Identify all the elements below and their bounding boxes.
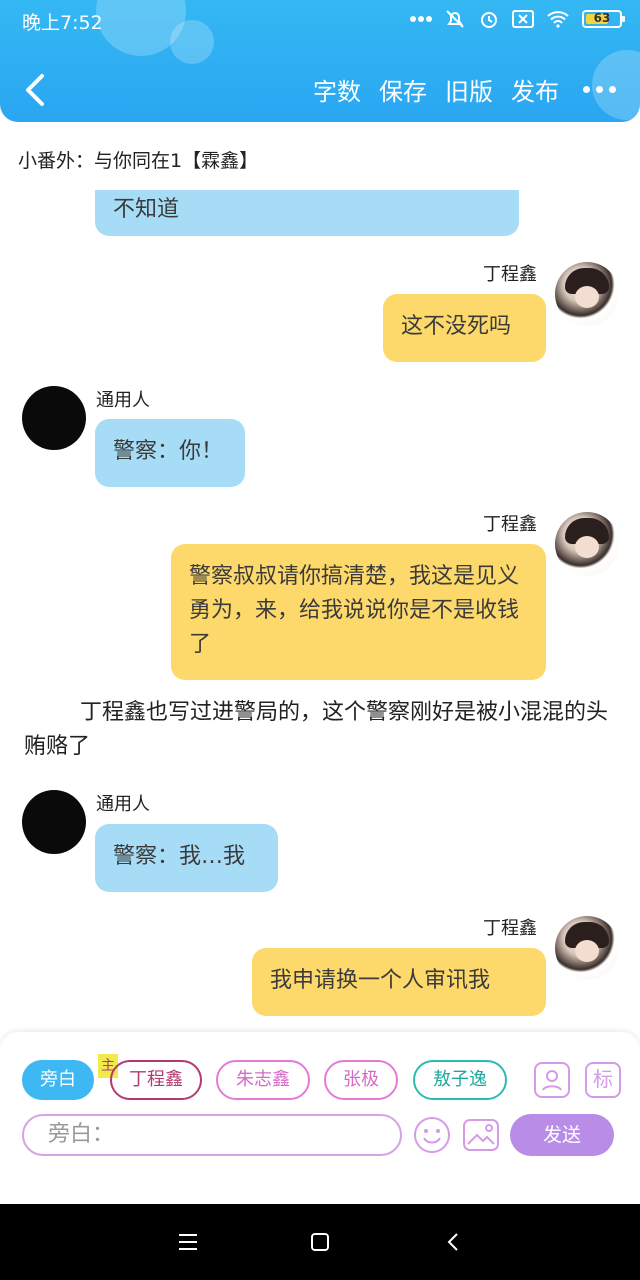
status-bar: 晚上7:52 63 <box>0 0 640 40</box>
speaker-name: 通用人 <box>96 390 150 411</box>
speaker-name: 丁程鑫 <box>483 514 537 535</box>
message-bubble[interactable]: 我申请换一个人审讯我 <box>252 948 546 1016</box>
speaker-name: 通用人 <box>96 794 150 815</box>
status-time: 晚上7:52 <box>22 12 103 34</box>
nav-actions: 字数 保存 旧版 发布 <box>313 72 616 107</box>
message-text: 警察叔叔请你搞清楚，我这是见义勇为，来，给我说说你是不是收钱了 <box>189 564 520 657</box>
avatar[interactable] <box>555 916 619 980</box>
save-button[interactable]: 保存 <box>379 72 427 107</box>
chip-ao-ziyi[interactable]: 敖子逸 <box>413 1060 507 1100</box>
avatar[interactable] <box>22 386 86 450</box>
add-character-button[interactable] <box>534 1062 570 1098</box>
image-icon[interactable] <box>462 1116 500 1154</box>
message-bubble[interactable]: 警察叔叔请你搞清楚，我这是见义勇为，来，给我说说你是不是收钱了 <box>171 544 546 680</box>
message-bubble[interactable]: 不知道 <box>95 190 519 236</box>
more-notifications-icon <box>410 16 432 22</box>
person-card-icon <box>542 1070 562 1091</box>
speaker-name: 丁程鑫 <box>483 918 537 939</box>
back-button[interactable] <box>18 70 52 110</box>
chip-zhang-ji[interactable]: 张极 <box>324 1060 398 1100</box>
sim-off-icon <box>512 10 534 28</box>
word-count-button[interactable]: 字数 <box>313 72 361 107</box>
mark-button[interactable]: 标 <box>585 1062 621 1098</box>
chip-narration[interactable]: 旁白 <box>22 1060 94 1100</box>
message-text: 不知道 <box>113 197 180 222</box>
battery-icon: 63 <box>582 10 625 28</box>
battery-level: 63 <box>593 11 611 25</box>
avatar[interactable] <box>22 790 86 854</box>
chevron-left-icon <box>26 74 44 106</box>
chat-area[interactable]: 不知道 丁程鑫 这不没死吗 通用人 警察：你！ 丁程鑫 警察叔叔请你搞清楚，我这… <box>0 190 640 1030</box>
bell-muted-icon <box>446 10 464 28</box>
chip-ding-chengxin[interactable]: 丁程鑫 <box>110 1060 202 1100</box>
system-navigation-bar <box>0 1204 640 1280</box>
status-icons: 63 <box>410 8 625 30</box>
message-bubble[interactable]: 警察：我…我 <box>95 824 278 892</box>
message-text: 警察：你！ <box>113 439 224 464</box>
story-title: 小番外：与你同在1【霖鑫】 <box>18 150 259 172</box>
message-bubble[interactable]: 这不没死吗 <box>383 294 546 362</box>
avatar[interactable] <box>555 262 619 326</box>
message-text: 这不没死吗 <box>401 314 512 339</box>
emoji-icon[interactable] <box>413 1116 451 1154</box>
send-button[interactable]: 发送 <box>510 1114 614 1156</box>
message-text: 警察：我…我 <box>113 844 246 869</box>
more-options-icon[interactable] <box>583 86 616 93</box>
home-icon[interactable] <box>308 1230 332 1254</box>
speaker-name: 丁程鑫 <box>483 264 537 285</box>
message-text: 我申请换一个人审讯我 <box>270 968 491 993</box>
back-icon[interactable] <box>442 1230 466 1254</box>
menu-icon[interactable] <box>176 1230 200 1254</box>
avatar[interactable] <box>555 512 619 576</box>
message-input[interactable]: 旁白： <box>22 1114 402 1156</box>
top-header: 晚上7:52 63 字数 保存 旧版 发布 <box>0 0 640 122</box>
message-bubble[interactable]: 警察：你！ <box>95 419 245 487</box>
wifi-icon <box>547 11 569 28</box>
chip-zhu-zhixin[interactable]: 朱志鑫 <box>216 1060 310 1100</box>
alarm-icon <box>481 12 497 28</box>
input-panel: 旁白 主 丁程鑫 朱志鑫 张极 敖子逸 标 旁白： 发送 <box>0 1032 640 1204</box>
narration-text: 丁程鑫也写过进警局的，这个警察刚好是被小混混的头贿赂了 <box>24 700 609 759</box>
old-version-button[interactable]: 旧版 <box>445 72 493 107</box>
publish-button[interactable]: 发布 <box>511 72 559 107</box>
